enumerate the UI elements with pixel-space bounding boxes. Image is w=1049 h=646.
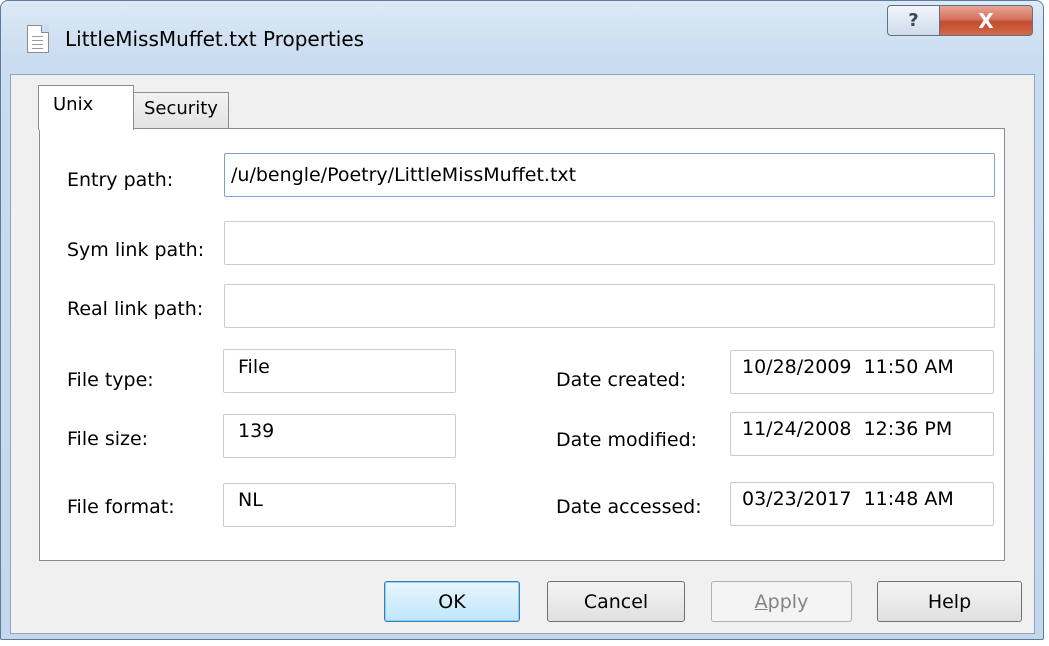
date-created-field[interactable]: 10/28/2009 11:50 AM <box>730 350 994 394</box>
dialog-body: Unix Security Entry path: /u/bengle/Poet… <box>10 74 1035 634</box>
file-format-field[interactable]: NL <box>223 483 456 527</box>
date-accessed-field[interactable]: 03/23/2017 11:48 AM <box>730 482 994 526</box>
date-modified-label: Date modified: <box>556 429 698 451</box>
date-accessed-value: 03/23/2017 11:48 AM <box>742 488 954 510</box>
window-title: LittleMissMuffet.txt Properties <box>65 27 365 51</box>
file-type-value: File <box>238 356 270 378</box>
real-link-path-field[interactable] <box>224 284 995 328</box>
entry-path-label: Entry path: <box>67 169 174 191</box>
properties-dialog: LittleMissMuffet.txt Properties ? X Unix… <box>0 0 1044 640</box>
file-format-label: File format: <box>67 496 175 518</box>
help-label: Help <box>927 590 972 613</box>
help-caption-button[interactable]: ? <box>887 5 940 36</box>
tab-label: Security <box>144 98 218 119</box>
cancel-button[interactable]: Cancel <box>547 581 685 622</box>
file-size-field[interactable]: 139 <box>223 414 456 458</box>
date-modified-value: 11/24/2008 12:36 PM <box>742 418 953 440</box>
file-size-value: 139 <box>238 420 275 442</box>
cancel-label: Cancel <box>583 590 649 613</box>
apply-button[interactable]: Apply <box>711 581 852 622</box>
date-created-value: 10/28/2009 11:50 AM <box>742 356 954 378</box>
close-button[interactable]: X <box>939 5 1033 36</box>
close-icon: X <box>978 8 994 33</box>
apply-label: Apply <box>755 591 809 613</box>
document-icon <box>27 25 49 53</box>
tab-security[interactable]: Security <box>132 92 229 129</box>
file-type-field[interactable]: File <box>223 349 456 393</box>
apply-label-rest: pply <box>767 590 809 613</box>
apply-mnemonic: A <box>754 590 768 613</box>
tab-label: Unix <box>53 94 94 115</box>
date-modified-field[interactable]: 11/24/2008 12:36 PM <box>730 412 994 456</box>
date-accessed-label: Date accessed: <box>556 496 702 518</box>
ok-button[interactable]: OK <box>384 581 520 622</box>
unix-tab-panel: Entry path: /u/bengle/Poetry/LittleMissM… <box>39 128 1005 561</box>
real-link-path-label: Real link path: <box>67 298 204 320</box>
help-button[interactable]: Help <box>877 581 1022 622</box>
file-format-value: NL <box>238 489 263 511</box>
question-icon: ? <box>908 10 919 31</box>
ok-label: OK <box>438 590 466 613</box>
file-type-label: File type: <box>67 369 154 391</box>
sym-link-path-label: Sym link path: <box>67 239 205 261</box>
sym-link-path-field[interactable] <box>224 221 995 265</box>
file-size-label: File size: <box>67 428 149 450</box>
entry-path-field[interactable]: /u/bengle/Poetry/LittleMissMuffet.txt <box>224 153 995 197</box>
date-created-label: Date created: <box>556 369 687 391</box>
tab-unix[interactable]: Unix <box>38 85 134 130</box>
entry-path-value: /u/bengle/Poetry/LittleMissMuffet.txt <box>231 164 577 186</box>
